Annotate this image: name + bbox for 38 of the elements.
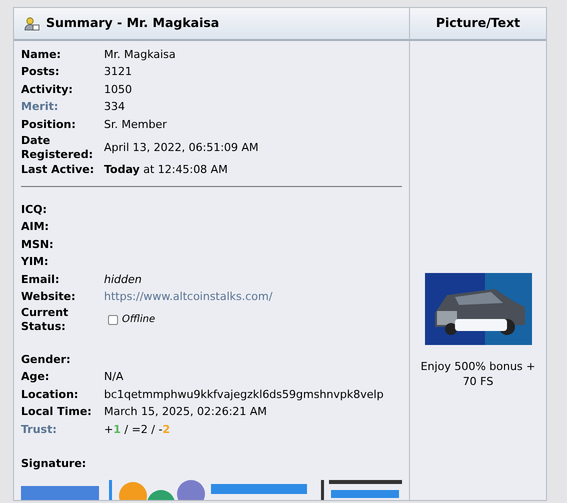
field-value: 3121: [104, 65, 132, 78]
trust-score: +1 / =2 / -2: [104, 422, 170, 436]
user-icon: [24, 16, 40, 32]
field-label: Gender:: [21, 352, 72, 367]
field-value: Mr. Magkaisa: [104, 48, 176, 61]
field-label: Current Status:: [21, 306, 70, 334]
field-label: ICQ:: [21, 202, 48, 217]
field-link[interactable]: Trust:: [21, 422, 104, 437]
field-link[interactable]: Merit:: [21, 100, 104, 114]
field-value: bc1qetmmphwu9kkfvajegzkl6ds59gmshnvpk8velp: [104, 388, 384, 401]
field-value: 1050: [104, 82, 132, 96]
field-label: Email:: [21, 272, 60, 287]
field-label: AIM:: [21, 220, 50, 234]
panel-title: Summary - Mr. Magkaisa: [46, 14, 220, 32]
field-label: Posts:: [21, 65, 60, 80]
field-value: March 15, 2025, 02:26:21 AM: [104, 405, 267, 418]
field-value: 334: [104, 100, 125, 114]
field-label: Activity:: [21, 82, 74, 97]
field-label: Signature:: [21, 456, 86, 472]
field-value: hidden: [104, 272, 142, 286]
field-label: Position:: [21, 118, 77, 132]
caption-text: Enjoy 500% bonus + 70 FS: [420, 358, 536, 388]
field-label: MSN:: [21, 238, 54, 252]
field-value: N/A: [104, 370, 124, 384]
website-link[interactable]: https://www.altcoinstalks.com/: [104, 290, 272, 304]
field-label: Website:: [21, 290, 77, 304]
column-header: Picture/Text: [409, 8, 546, 41]
field-value: April 13, 2022, 06:51:09 AM: [104, 140, 259, 154]
field-label: Location:: [21, 388, 80, 402]
field-value: Today at 12:45:08 AM: [104, 163, 228, 176]
field-label: Date Registered:: [21, 134, 94, 162]
field-label: Age:: [21, 370, 50, 384]
status-text: Offline: [122, 314, 156, 325]
field-label: YIM:: [21, 255, 50, 270]
field-value: Sr. Member: [104, 118, 167, 131]
field-label: Name:: [21, 48, 62, 62]
field-label: Local Time:: [21, 405, 93, 420]
field-label: Last Active:: [21, 163, 96, 178]
